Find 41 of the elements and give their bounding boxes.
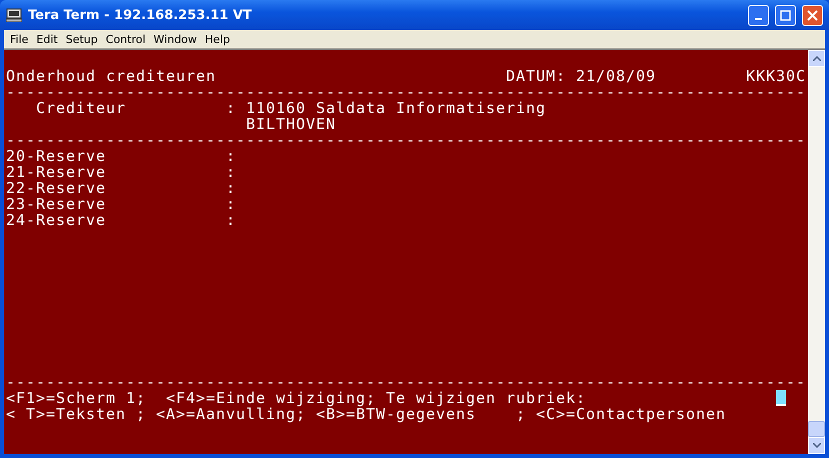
date-text: DATUM: 21/08/09	[506, 67, 656, 85]
menu-item[interactable]: Setup	[62, 32, 102, 46]
minimize-button[interactable]	[748, 4, 769, 26]
creditor-value: 110160 Saldata Informatisering	[246, 100, 546, 116]
close-button[interactable]	[802, 4, 823, 26]
function-key-help: <F1>=Scherm 1; <F4>=Einde wijziging; Te wijzigen rubriek:	[6, 390, 586, 406]
field-label: 21-Reserve	[6, 163, 106, 181]
maximize-button[interactable]	[775, 4, 796, 26]
terminal-icon	[6, 8, 22, 22]
scroll-up-button[interactable]	[808, 50, 825, 67]
close-icon	[807, 10, 818, 20]
field-label: Crediteur	[36, 99, 126, 117]
field-label: 22-Reserve	[6, 179, 106, 197]
menu-item[interactable]: Edit	[32, 32, 62, 46]
field-separator: :	[226, 148, 236, 164]
window-title: Tera Term - 192.168.253.11 VT	[28, 8, 253, 22]
field-separator: :	[226, 164, 236, 180]
separator-line: --------------------------------------------------------------------------------	[6, 374, 806, 390]
field-label: 23-Reserve	[6, 195, 106, 213]
field-separator: :	[226, 212, 236, 228]
menu-item[interactable]: Window	[150, 32, 201, 46]
menu-item[interactable]: Control	[102, 32, 150, 46]
maximize-icon	[780, 10, 791, 20]
field-label: 20-Reserve	[6, 147, 106, 165]
text-cursor	[776, 390, 786, 406]
function-key-help: < T>=Teksten ; <A>=Aanvulling; <B>=BTW-gegevens ; <C>=Contactpersonen	[6, 406, 726, 422]
menu-item[interactable]: Help	[200, 32, 234, 46]
field-separator: :	[226, 99, 236, 117]
scroll-thumb[interactable]	[808, 421, 825, 437]
program-code: KKK30C	[746, 68, 806, 84]
separator-line: --------------------------------------------------------------------------------	[6, 132, 806, 148]
scrollbar[interactable]	[808, 50, 825, 454]
screen-title: Onderhoud crediteuren	[6, 67, 216, 85]
menu-item[interactable]: File	[6, 32, 32, 46]
scroll-down-button[interactable]	[808, 437, 825, 454]
field-separator: :	[226, 180, 236, 196]
separator-line: --------------------------------------------------------------------------------	[6, 84, 806, 100]
minimize-icon	[755, 18, 762, 20]
field-label: 24-Reserve	[6, 211, 106, 229]
creditor-value: BILTHOVEN	[246, 116, 336, 132]
field-separator: :	[226, 196, 236, 212]
